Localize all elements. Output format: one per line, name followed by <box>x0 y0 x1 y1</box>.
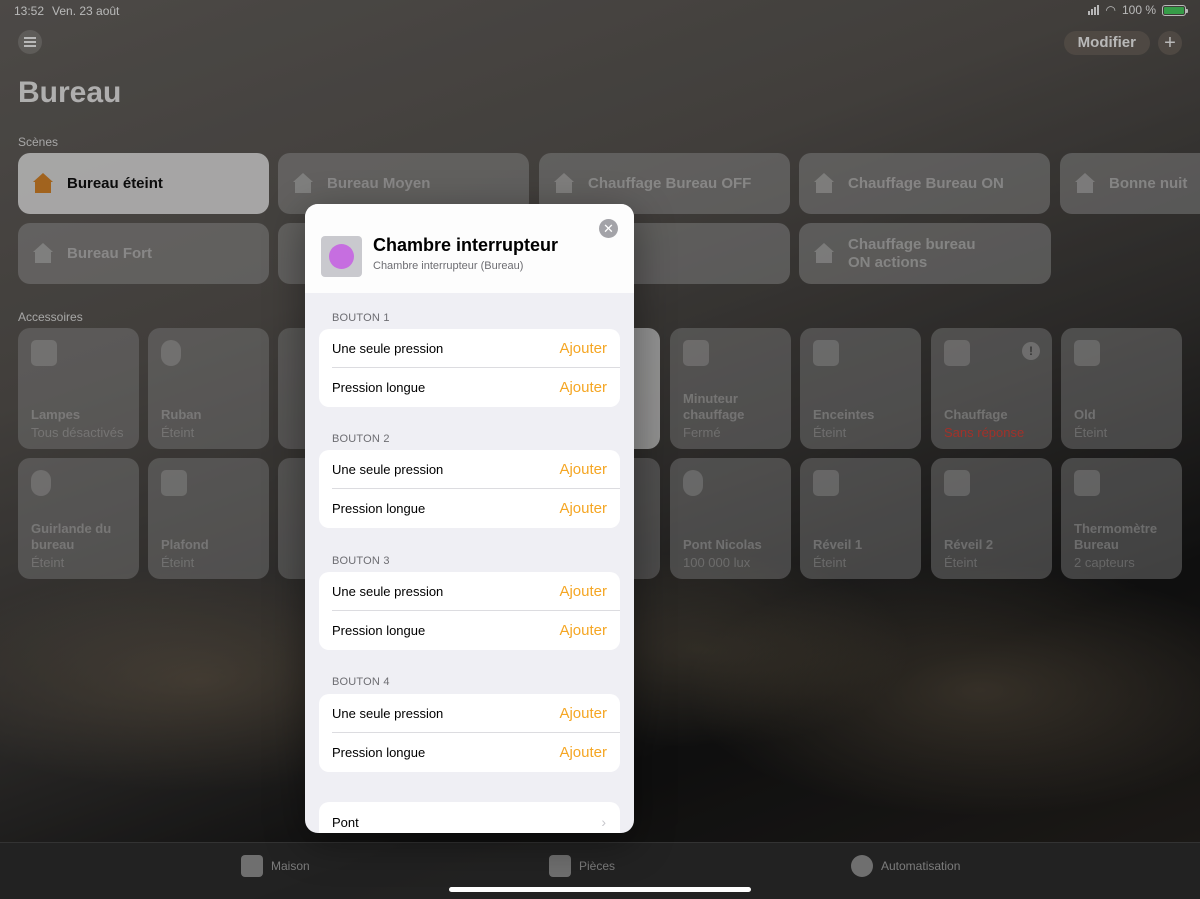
row-label: Pression longue <box>332 623 426 638</box>
row-label: Une seule pression <box>332 341 444 356</box>
modal-header: Chambre interrupteur Chambre interrupteu… <box>305 204 634 293</box>
long-press-row[interactable]: Pression longue Ajouter <box>319 733 620 772</box>
row-label: Pression longue <box>332 745 426 760</box>
button-group-label: BOUTON 2 <box>332 433 390 445</box>
row-label: Pression longue <box>332 380 426 395</box>
button-group-label: BOUTON 4 <box>332 676 390 688</box>
add-action-button[interactable]: Ajouter <box>559 461 607 478</box>
button-group-label: BOUTON 3 <box>332 555 390 567</box>
add-action-button[interactable]: Ajouter <box>559 500 607 517</box>
close-icon[interactable]: ✕ <box>599 219 618 238</box>
tab-label: Automatisation <box>881 859 961 873</box>
single-press-row[interactable]: Une seule pression Ajouter <box>319 450 620 489</box>
long-press-row[interactable]: Pression longue Ajouter <box>319 368 620 407</box>
tab-home[interactable]: Maison <box>241 855 310 877</box>
single-press-row[interactable]: Une seule pression Ajouter <box>319 329 620 368</box>
home-icon <box>241 855 263 877</box>
clock-check-icon <box>851 855 873 877</box>
button-group: Une seule pression Ajouter Pression long… <box>319 329 620 407</box>
tab-label: Pièces <box>579 859 616 873</box>
modal-title: Chambre interrupteur <box>373 235 559 255</box>
switch-detail-modal: Chambre interrupteur Chambre interrupteu… <box>305 204 634 833</box>
add-action-button[interactable]: Ajouter <box>559 340 607 357</box>
button-group: Une seule pression Ajouter Pression long… <box>319 450 620 528</box>
rooms-icon <box>549 855 571 877</box>
add-action-button[interactable]: Ajouter <box>559 705 607 722</box>
add-action-button[interactable]: Ajouter <box>559 583 607 600</box>
row-label: Une seule pression <box>332 706 444 721</box>
bridge-label: Pont <box>332 815 359 830</box>
row-label: Pression longue <box>332 501 426 516</box>
add-action-button[interactable]: Ajouter <box>559 379 607 396</box>
switch-device-icon <box>321 236 362 277</box>
long-press-row[interactable]: Pression longue Ajouter <box>319 611 620 650</box>
add-action-button[interactable]: Ajouter <box>559 744 607 761</box>
home-indicator[interactable] <box>449 887 751 892</box>
chevron-right-icon: › <box>601 814 606 830</box>
long-press-row[interactable]: Pression longue Ajouter <box>319 489 620 528</box>
button-group-label: BOUTON 1 <box>332 312 390 324</box>
single-press-row[interactable]: Une seule pression Ajouter <box>319 694 620 733</box>
tab-rooms[interactable]: Pièces <box>549 855 615 877</box>
button-group: Une seule pression Ajouter Pression long… <box>319 694 620 772</box>
bridge-row[interactable]: Pont › <box>319 802 620 833</box>
row-label: Une seule pression <box>332 462 444 477</box>
row-label: Une seule pression <box>332 584 444 599</box>
modal-subtitle: Chambre interrupteur (Bureau) <box>373 260 524 272</box>
tab-label: Maison <box>271 859 310 873</box>
single-press-row[interactable]: Une seule pression Ajouter <box>319 572 620 611</box>
add-action-button[interactable]: Ajouter <box>559 622 607 639</box>
tab-automation[interactable]: Automatisation <box>851 855 960 877</box>
button-group: Une seule pression Ajouter Pression long… <box>319 572 620 650</box>
